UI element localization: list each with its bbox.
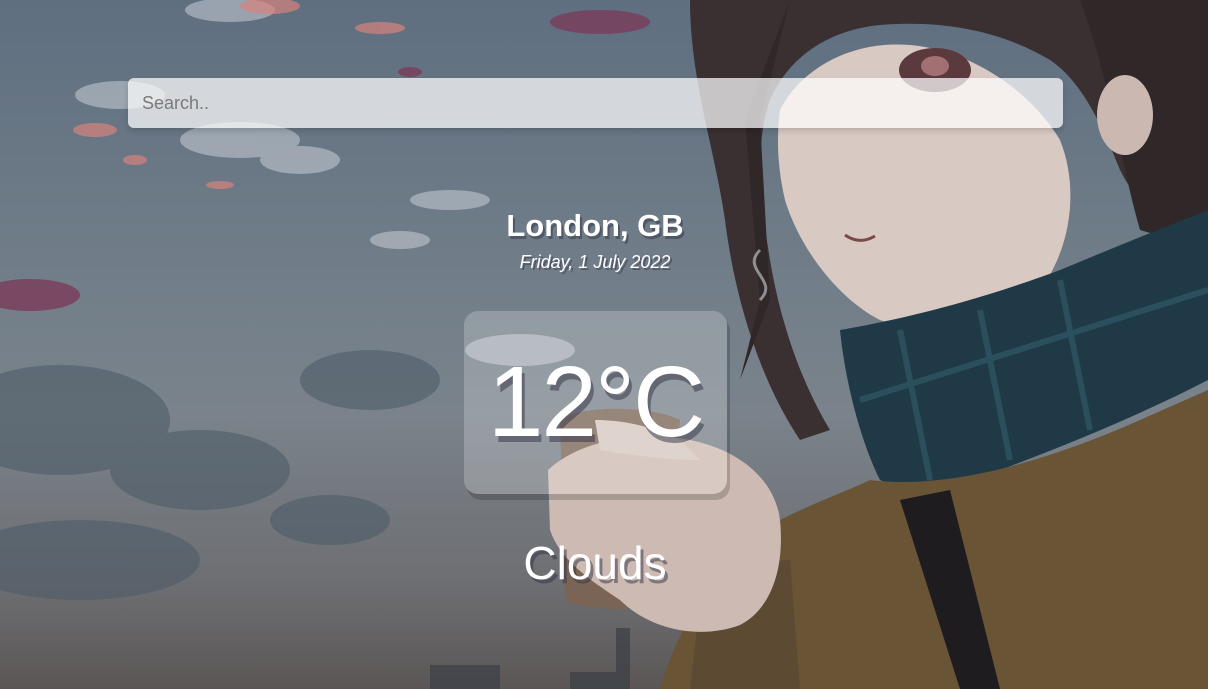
current-date: Friday, 1 July 2022 [519, 252, 671, 272]
search-input[interactable] [128, 78, 1063, 128]
temperature-box: 12°C [464, 311, 727, 494]
location-name: London, GB [506, 208, 684, 243]
weather-app: London, GB Friday, 1 July 2022 12°C Clou… [0, 0, 1208, 689]
weather-condition: Clouds [523, 537, 667, 589]
location-box: London, GB Friday, 1 July 2022 [0, 208, 1190, 273]
temperature-value: 12°C [487, 346, 705, 458]
